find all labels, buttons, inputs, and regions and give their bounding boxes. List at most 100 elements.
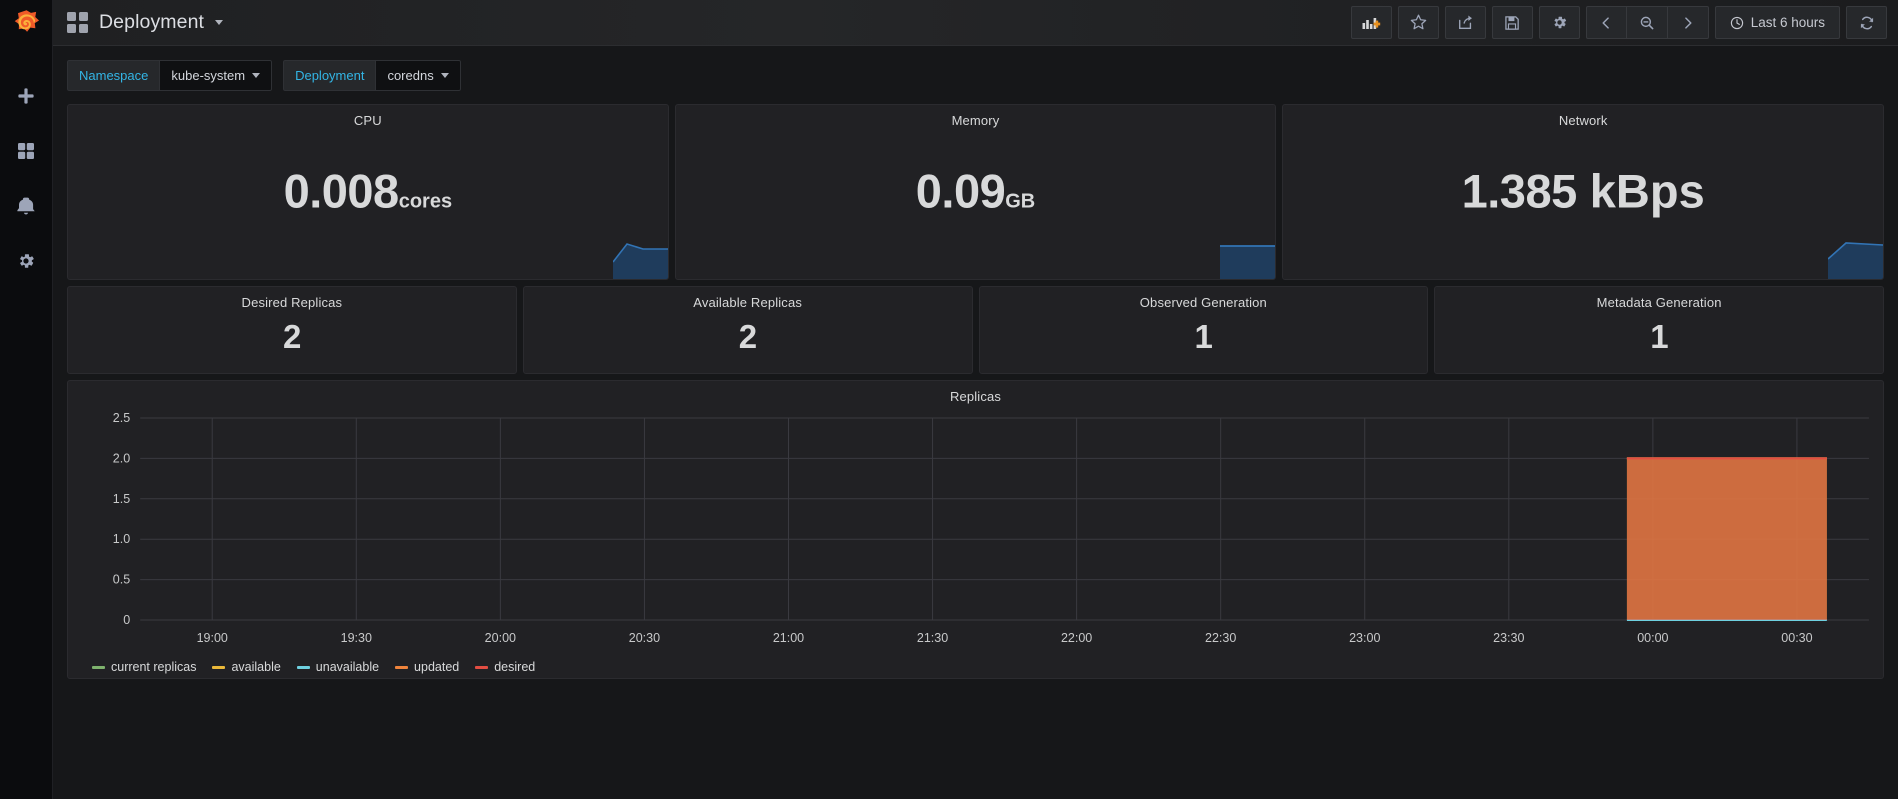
panel-cpu-value: 0.008	[283, 164, 400, 218]
legend-label: updated	[414, 660, 460, 674]
panel-memory[interactable]: Memory 0.09GB	[674, 104, 1277, 280]
time-range-label: Last 6 hours	[1750, 15, 1825, 30]
chevron-down-icon	[215, 20, 224, 25]
time-shift-back-button[interactable]	[1585, 6, 1627, 39]
panel-metadata-generation[interactable]: Metadata Generation 1	[1434, 286, 1884, 374]
replicas-chart-svg: 0 0.5 1.0 1.5 2.0 2.5 19:00 19:30 20:00 20:30 21:0…	[113, 411, 1869, 645]
replicas-plot-area[interactable]: 0 0.5 1.0 1.5 2.0 2.5 19:00 19:30 20:00 20:30 21:0…	[68, 404, 1883, 656]
legend-swatch-icon	[395, 665, 409, 669]
share-dashboard-button[interactable]	[1444, 6, 1486, 39]
panel-available-replicas-title: Available Replicas	[693, 295, 802, 310]
time-range-picker[interactable]: Last 6 hours	[1714, 6, 1840, 39]
legend-label: available	[231, 660, 281, 674]
svg-text:00:30: 00:30	[1781, 631, 1812, 645]
dashboards-icon	[18, 142, 34, 159]
navbar-actions: Last 6 hours	[1345, 6, 1898, 39]
panel-observed-generation-value: 1	[1194, 318, 1213, 356]
panel-memory-value: 0.09	[915, 164, 1006, 218]
panel-memory-unit: GB	[1005, 190, 1036, 213]
bell-icon	[17, 197, 36, 214]
panel-available-replicas-value: 2	[738, 318, 757, 356]
panel-replicas-graph[interactable]: Replicas 0 0.5 1.0 1.5 2.0 2.5 19:00 19:30 20:00…	[67, 380, 1884, 679]
dashboard-title-picker[interactable]: Deployment	[67, 11, 224, 34]
gear-icon	[1554, 16, 1566, 29]
panel-cpu-value-row: 0.008cores	[68, 168, 668, 215]
replicas-legend: current replicas available unavailable upda…	[68, 656, 1883, 674]
svg-text:20:00: 20:00	[485, 631, 516, 645]
panel-memory-sparkline	[1220, 245, 1276, 279]
variable-deployment-label: Deployment	[283, 60, 376, 91]
legend-swatch-icon	[92, 665, 105, 669]
add-panel-button[interactable]	[1350, 6, 1392, 39]
plus-icon	[18, 87, 34, 104]
sidebar-item-dashboards[interactable]	[0, 128, 53, 173]
svg-text:2.0: 2.0	[113, 451, 130, 465]
legend-item-current-replicas[interactable]: current replicas	[92, 660, 196, 674]
variable-namespace-dropdown[interactable]: kube-system	[159, 60, 273, 91]
grafana-logo-glyph	[14, 9, 39, 32]
legend-item-desired[interactable]: desired	[475, 660, 535, 674]
panel-desired-replicas[interactable]: Desired Replicas 2	[67, 286, 517, 374]
mark-favorite-button[interactable]	[1397, 6, 1439, 39]
row-replicas-graph: Replicas 0 0.5 1.0 1.5 2.0 2.5 19:00 19:30 20:00…	[67, 380, 1884, 679]
legend-item-available[interactable]: available	[212, 660, 281, 674]
sidebar-item-alerting[interactable]	[0, 183, 53, 228]
svg-text:21:30: 21:30	[917, 631, 948, 645]
panel-metadata-generation-value: 1	[1650, 318, 1669, 356]
row-replica-stats: Desired Replicas 2 Available Replicas 2 …	[67, 286, 1884, 374]
legend-label: desired	[494, 660, 536, 674]
sidebar	[0, 0, 53, 799]
variable-deployment-value: coredns	[387, 68, 434, 83]
main-area: Deployment Last 6 hours Namespace kube-s…	[53, 0, 1898, 799]
grafana-app: Deployment Last 6 hours Namespace kube-s…	[0, 0, 1898, 799]
panel-memory-value-row: 0.09GB	[676, 168, 1276, 215]
sidebar-item-create[interactable]	[0, 73, 53, 118]
svg-text:00:00: 00:00	[1637, 631, 1668, 645]
svg-text:22:30: 22:30	[1205, 631, 1236, 645]
star-icon	[1410, 14, 1426, 30]
panel-desired-replicas-value: 2	[282, 318, 301, 356]
svg-text:22:00: 22:00	[1061, 631, 1092, 645]
variable-namespace-value: kube-system	[171, 68, 246, 83]
share-icon	[1458, 15, 1472, 29]
page-title: Deployment	[99, 11, 205, 33]
svg-text:19:00: 19:00	[197, 631, 228, 645]
variable-deployment: Deployment coredns	[283, 60, 461, 91]
svg-text:0.5: 0.5	[113, 573, 130, 587]
variable-deployment-dropdown[interactable]: coredns	[375, 60, 461, 91]
panel-network-value-row: 1.385 kBps	[1283, 168, 1883, 215]
sidebar-item-configuration[interactable]	[0, 238, 53, 283]
legend-item-updated[interactable]: updated	[395, 660, 459, 674]
panel-cpu-title: CPU	[353, 113, 382, 128]
zoom-out-time-range-button[interactable]	[1626, 6, 1668, 39]
navbar: Deployment Last 6 hours	[53, 0, 1898, 46]
gear-icon	[20, 253, 34, 268]
variable-namespace: Namespace kube-system	[67, 60, 273, 91]
add-panel-icon	[1362, 17, 1380, 29]
chevron-down-icon	[252, 73, 261, 78]
legend-item-unavailable[interactable]: unavailable	[296, 660, 379, 674]
grafana-logo-icon[interactable]	[0, 0, 53, 46]
save-dashboard-button[interactable]	[1491, 6, 1533, 39]
panel-network[interactable]: Network 1.385 kBps	[1282, 104, 1885, 280]
dashboard-grid: CPU 0.008cores Memory 0.09GB Network 1.3…	[53, 91, 1898, 679]
svg-text:23:00: 23:00	[1349, 631, 1380, 645]
panel-cpu-unit: cores	[398, 190, 453, 213]
svg-text:2.5: 2.5	[113, 411, 130, 425]
refresh-dashboard-button[interactable]	[1846, 6, 1887, 39]
svg-text:20:30: 20:30	[629, 631, 660, 645]
time-shift-forward-button[interactable]	[1667, 6, 1709, 39]
panel-memory-title: Memory	[951, 113, 1000, 128]
panel-observed-generation-title: Observed Generation	[1139, 295, 1267, 310]
dashboard-settings-button[interactable]	[1538, 6, 1580, 39]
panel-available-replicas[interactable]: Available Replicas 2	[522, 286, 973, 374]
svg-text:23:30: 23:30	[1493, 631, 1524, 645]
chevron-left-icon	[1602, 16, 1610, 29]
refresh-icon	[1860, 16, 1873, 29]
zoom-out-icon	[1640, 16, 1654, 29]
clock-icon	[1730, 16, 1743, 29]
legend-swatch-icon	[475, 665, 489, 669]
panel-cpu[interactable]: CPU 0.008cores	[67, 104, 669, 280]
panel-observed-generation[interactable]: Observed Generation 1	[978, 286, 1429, 374]
svg-text:1.5: 1.5	[113, 492, 130, 506]
